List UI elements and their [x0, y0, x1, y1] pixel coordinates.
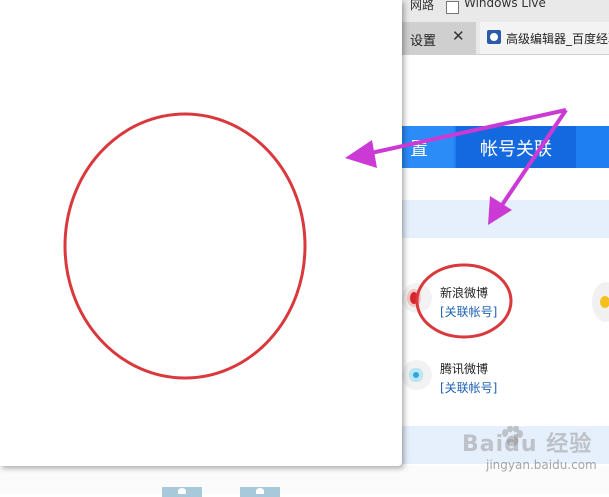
large-red-circle — [63, 112, 307, 380]
annotation-overlay — [63, 108, 568, 380]
watermark-url: jingyan.baidu.com — [486, 458, 597, 472]
arrow-to-section — [488, 108, 568, 225]
watermark-text: Baidu 经验 — [462, 432, 593, 457]
small-red-circle — [415, 263, 513, 339]
